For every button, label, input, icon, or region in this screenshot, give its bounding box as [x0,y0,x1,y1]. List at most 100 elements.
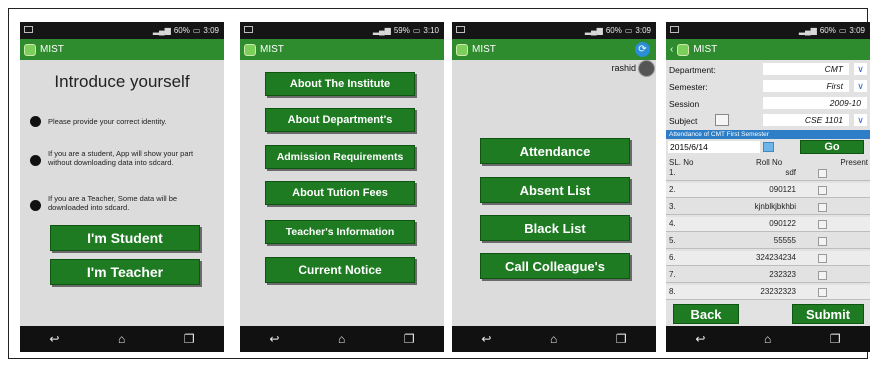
absent-list-button[interactable]: Absent List [480,177,630,203]
row-roll: 232323 [769,270,796,279]
present-checkbox[interactable] [818,186,827,195]
app-bar: MIST [20,39,224,60]
about-departments-button[interactable]: About Department's [265,108,415,132]
battery-percent: 60% [819,26,836,35]
semester-label: Semester: [669,81,708,92]
present-checkbox[interactable] [818,203,827,212]
row-roll: 55555 [773,236,796,245]
attendance-button[interactable]: Attendance [480,138,630,164]
clock: 3:09 [635,26,651,35]
im-student-button[interactable]: I'm Student [50,225,200,251]
table-row: 8. 23232323 [666,285,870,300]
page-title: Introduce yourself [54,72,190,91]
current-notice-button[interactable]: Current Notice [265,257,415,283]
attendance-content: Department: CMT ∨ Semester: First ∨ Sess… [666,60,870,326]
notification-icon [670,26,679,33]
home-icon[interactable]: ⌂ [338,332,345,346]
app-logo-icon [24,43,36,56]
subject-select[interactable]: CSE 1101 [763,114,849,126]
phone-attendance-screen: ▂▄▆ 60% ▭ 3:09 ‹ MIST Department: CMT ∨ … [666,22,870,352]
present-checkbox[interactable] [818,169,827,178]
bullet-icon [30,116,41,127]
recent-apps-icon[interactable]: ❐ [404,332,415,346]
admission-requirements-button[interactable]: Admission Requirements [265,145,415,169]
row-roll: 090122 [769,219,796,228]
semester-row: Semester: First ∨ [666,79,870,94]
date-field[interactable]: 2015/6/14 [668,141,760,153]
chevron-down-icon[interactable]: ∨ [854,63,867,75]
table-row: 6. 324234234 [666,251,870,266]
black-list-button[interactable]: Black List [480,215,630,241]
recent-apps-icon[interactable]: ❐ [830,332,841,346]
session-field[interactable]: 2009-10 [763,97,867,109]
battery-icon: ▭ [412,26,421,35]
row-sl: 5. [669,236,676,245]
system-nav-bar: ↩ ⌂ ❐ [240,326,444,352]
semester-select[interactable]: First [763,80,849,92]
recent-apps-icon[interactable]: ❐ [616,332,627,346]
intro-text-1: Please provide your correct identity. [48,117,167,126]
clock: 3:09 [849,26,865,35]
home-icon[interactable]: ⌂ [118,332,125,346]
phone-menu-screen: ▂▄▆ 59% ▭ 3:10 MIST About The Institute … [240,22,444,352]
home-icon[interactable]: ⌂ [764,332,771,346]
bullet-icon [30,155,41,166]
chevron-down-icon[interactable]: ∨ [854,114,867,126]
phone-intro-screen: ▂▄▆ 60% ▭ 3:09 MIST Introduce yourself P… [20,22,224,352]
im-teacher-button[interactable]: I'm Teacher [50,259,200,285]
intro-text-2: If you are a student, App will show your… [48,149,194,167]
back-button[interactable]: Back [673,304,739,324]
battery-percent: 59% [393,26,410,35]
phone-teacher-menu-screen: ▂▄▆ 60% ▭ 3:09 MIST ⟳ rashid Attendance … [452,22,656,352]
battery-percent: 60% [605,26,622,35]
about-institute-button[interactable]: About The Institute [265,72,415,96]
up-chevron-icon[interactable]: ‹ [670,44,673,55]
avatar[interactable] [638,60,655,77]
table-row: 1. sdf [666,166,870,181]
subject-row: Subject CSE 1101 ∨ [666,113,870,128]
notification-icon [244,26,253,33]
chevron-down-icon[interactable]: ∨ [854,80,867,92]
department-select[interactable]: CMT [763,63,849,75]
app-logo-icon [677,43,690,56]
submit-button[interactable]: Submit [792,304,864,324]
battery-icon: ▭ [624,26,633,35]
present-checkbox[interactable] [818,237,827,246]
back-icon[interactable]: ↩ [49,332,59,346]
teacher-menu-content: rashid Attendance Absent List Black List… [452,60,656,326]
row-sl: 8. [669,287,676,296]
recent-apps-icon[interactable]: ❐ [184,332,195,346]
app-logo-icon [456,43,468,56]
call-colleagues-button[interactable]: Call Colleague's [480,253,630,279]
go-button[interactable]: Go [800,140,864,154]
row-sl: 2. [669,185,676,194]
status-bar: ▂▄▆ 59% ▭ 3:10 [240,22,444,39]
app-title: MIST [693,44,718,55]
signal-icon: ▂▄▆ [152,26,171,35]
department-row: Department: CMT ∨ [666,62,870,77]
about-tution-fees-button[interactable]: About Tution Fees [265,181,415,205]
battery-icon: ▭ [838,26,847,35]
back-icon[interactable]: ↩ [695,332,705,346]
home-icon[interactable]: ⌂ [550,332,557,346]
notification-icon [24,26,33,33]
app-logo-icon [244,43,256,56]
calendar-icon[interactable] [715,114,729,126]
clock: 3:09 [203,26,219,35]
sync-icon[interactable]: ⟳ [635,42,650,57]
menu-content: About The Institute About Department's A… [240,60,444,326]
row-sl: 1. [669,168,676,177]
teachers-information-button[interactable]: Teacher's Information [265,220,415,244]
signal-icon: ▂▄▆ [798,26,817,35]
present-checkbox[interactable] [818,254,827,263]
intro-content: Introduce yourself Please provide your c… [20,60,224,326]
intro-text-3: If you are a Teacher, Some data will be … [48,194,178,212]
row-roll: sdf [785,168,796,177]
calendar-icon[interactable] [763,142,774,152]
back-icon[interactable]: ↩ [481,332,491,346]
table-row: 2. 090121 [666,183,870,198]
present-checkbox[interactable] [818,220,827,229]
present-checkbox[interactable] [818,271,827,280]
back-icon[interactable]: ↩ [269,332,279,346]
present-checkbox[interactable] [818,288,827,297]
